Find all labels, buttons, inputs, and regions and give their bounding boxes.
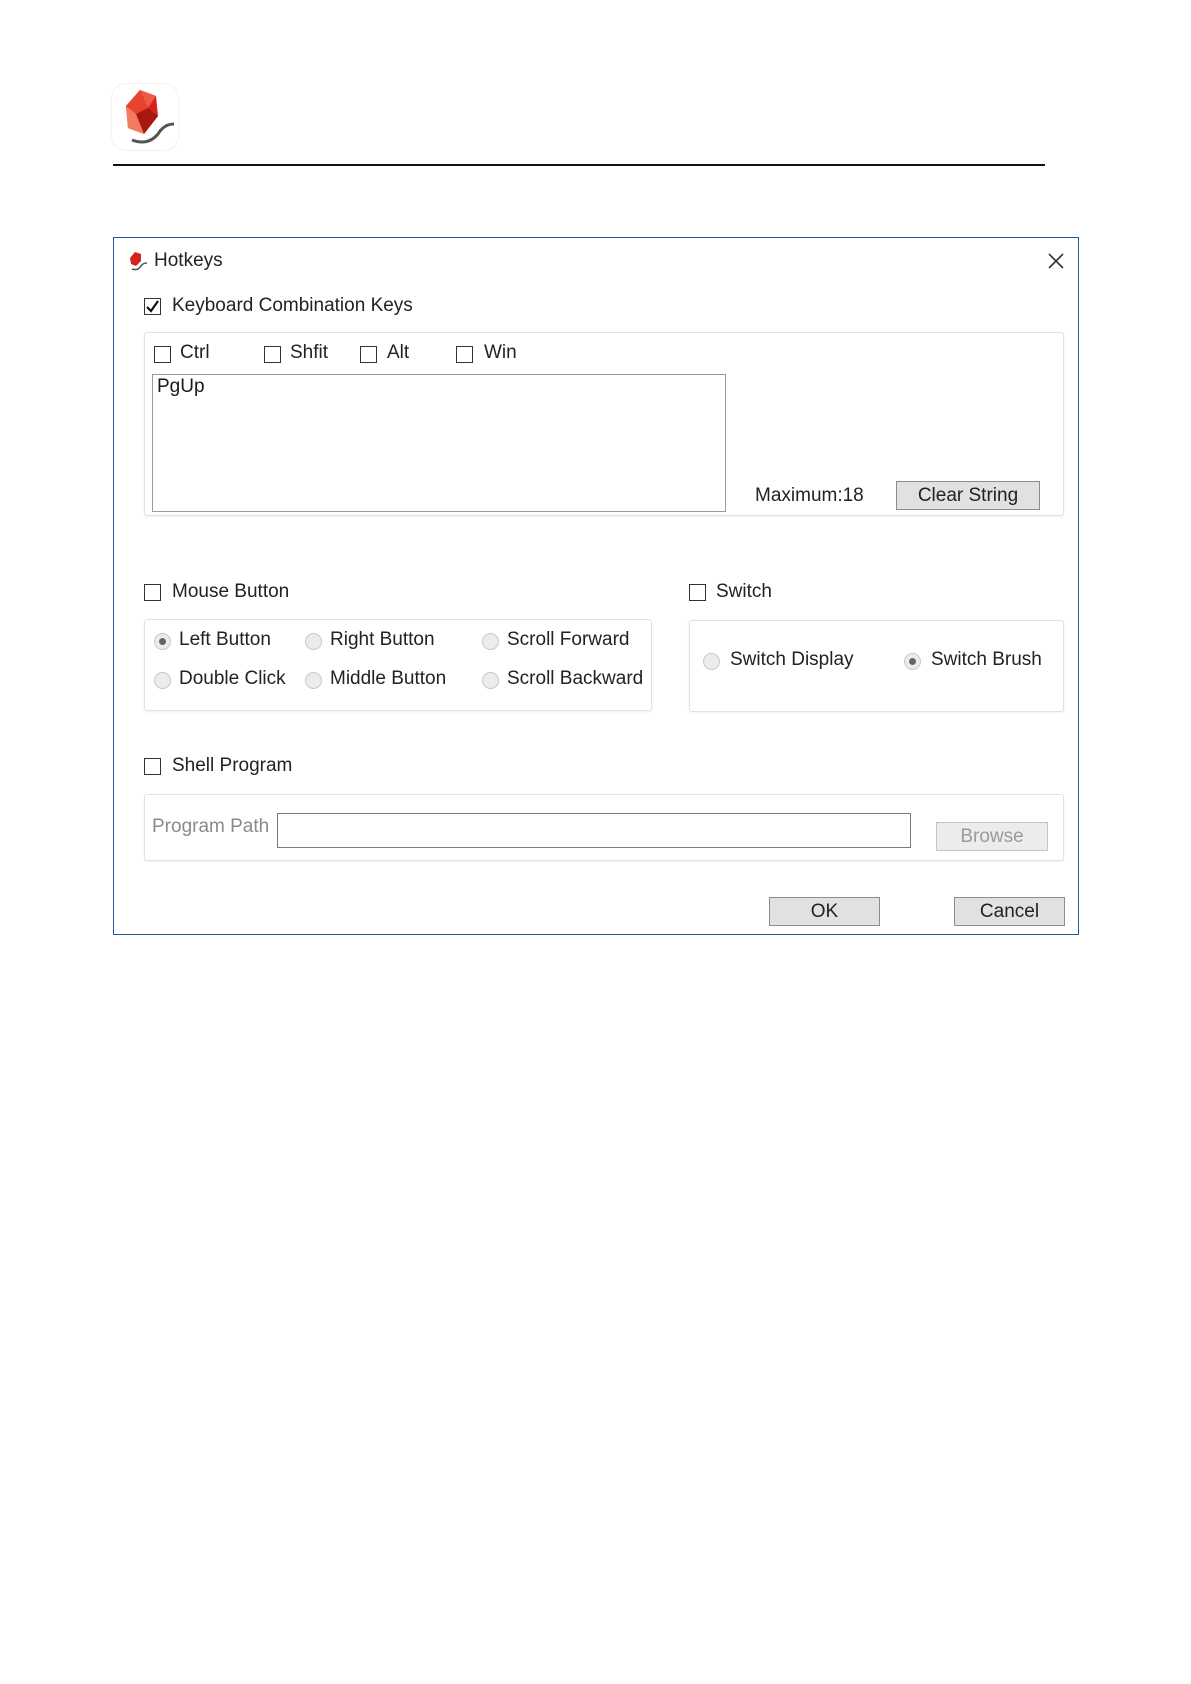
program-path-input[interactable] (277, 813, 911, 848)
hotkeys-dialog: Hotkeys Keyboard Combination Keys Ctrl S… (113, 237, 1079, 935)
checkmark-icon (146, 300, 159, 313)
left-button-radio[interactable] (154, 633, 171, 650)
shift-label: Shfit (290, 342, 329, 363)
right-button-label: Right Button (330, 629, 435, 650)
switch-checkbox[interactable] (689, 584, 706, 601)
ctrl-label: Ctrl (180, 342, 210, 363)
middle-button-radio[interactable] (305, 672, 322, 689)
shell-program-label: Shell Program (172, 755, 293, 776)
cancel-button[interactable]: Cancel (954, 897, 1065, 926)
win-checkbox[interactable] (456, 346, 473, 363)
ok-button[interactable]: OK (769, 897, 880, 926)
key-string-textarea[interactable]: PgUp (152, 374, 726, 512)
mouse-button-label: Mouse Button (172, 581, 290, 602)
keyboard-combination-label: Keyboard Combination Keys (172, 295, 413, 316)
maximum-label: Maximum:18 (755, 485, 864, 506)
browse-button[interactable]: Browse (936, 822, 1048, 851)
alt-label: Alt (387, 342, 410, 363)
switch-display-radio[interactable] (703, 653, 720, 670)
keyboard-combination-checkbox[interactable] (144, 298, 161, 315)
mouse-button-checkbox[interactable] (144, 584, 161, 601)
switch-brush-radio[interactable] (904, 653, 921, 670)
app-icon (126, 250, 148, 272)
shell-program-checkbox[interactable] (144, 758, 161, 775)
alt-checkbox[interactable] (360, 346, 377, 363)
switch-label: Switch (716, 581, 772, 602)
shift-checkbox[interactable] (264, 346, 281, 363)
scroll-backward-label: Scroll Backward (507, 668, 644, 689)
double-click-label: Double Click (179, 668, 286, 689)
win-label: Win (484, 342, 517, 363)
scroll-backward-radio[interactable] (482, 672, 499, 689)
app-logo (112, 84, 178, 150)
right-button-radio[interactable] (305, 633, 322, 650)
dialog-title: Hotkeys (154, 250, 223, 271)
left-button-label: Left Button (179, 629, 271, 650)
header-rule (113, 164, 1045, 166)
program-path-label: Program Path (152, 816, 270, 837)
close-icon[interactable] (1045, 250, 1067, 272)
middle-button-label: Middle Button (330, 668, 447, 689)
scroll-forward-radio[interactable] (482, 633, 499, 650)
scroll-forward-label: Scroll Forward (507, 629, 630, 650)
clear-string-button[interactable]: Clear String (896, 481, 1040, 510)
ctrl-checkbox[interactable] (154, 346, 171, 363)
double-click-radio[interactable] (154, 672, 171, 689)
switch-brush-label: Switch Brush (931, 649, 1042, 670)
switch-display-label: Switch Display (730, 649, 854, 670)
